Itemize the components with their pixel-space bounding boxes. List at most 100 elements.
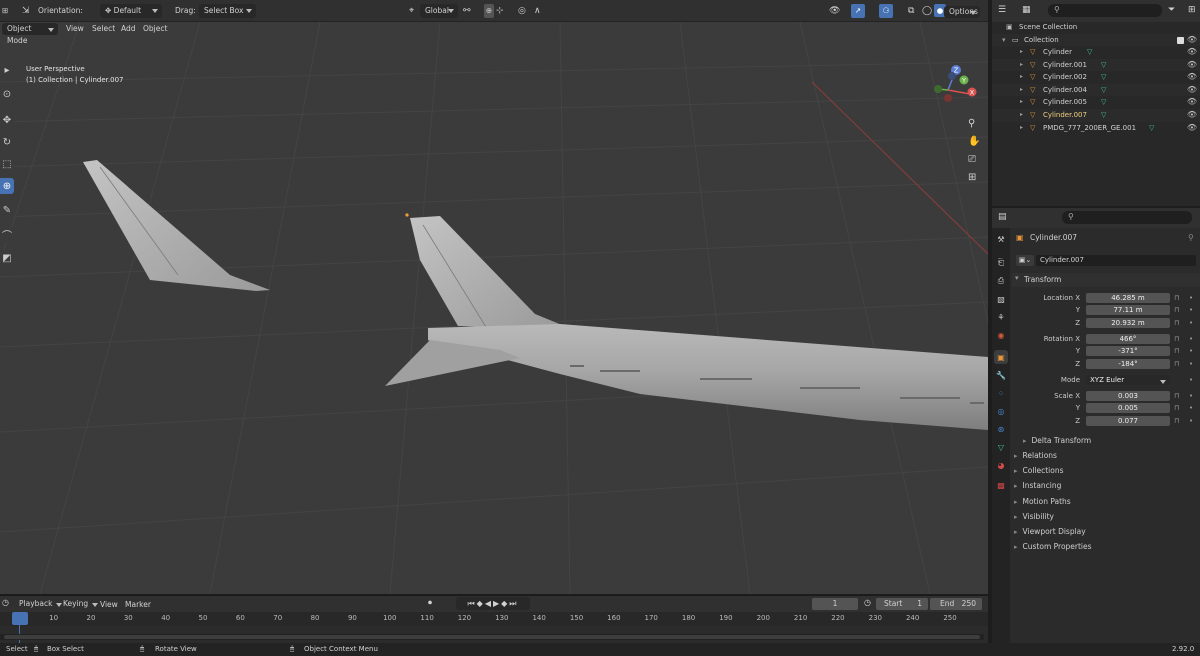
select-box-tool-icon[interactable]: ▸ <box>0 62 14 78</box>
lock-icon[interactable]: ⊓ <box>1174 293 1179 303</box>
winglet-mesh[interactable] <box>83 160 270 291</box>
measure-tool-icon[interactable]: ⌒ <box>0 226 14 242</box>
grid-view-icon[interactable]: ⊞ <box>968 172 976 183</box>
outliner-item[interactable]: ▸ ▽ Cylinder ▽ 👁 <box>992 46 1200 59</box>
output-tab-icon[interactable]: ⎙ <box>994 274 1008 288</box>
data-tab-icon[interactable]: ▽ <box>994 440 1008 454</box>
properties-section[interactable]: Viewport Display <box>1014 526 1086 538</box>
wireframe-shading-icon[interactable]: ◯ <box>922 4 932 18</box>
location-y-field[interactable]: 77.11 m <box>1086 305 1170 315</box>
properties-section[interactable]: Visibility <box>1014 511 1054 523</box>
3d-viewport[interactable]: ▸ ⊙ ✥ ↻ ⬚ ⊕ ✎ ⌒ ◩ User Perspective (1) C… <box>0 22 988 594</box>
transform-space-dropdown[interactable]: Global <box>420 4 458 18</box>
end-frame-field[interactable]: End 250 <box>930 598 982 610</box>
lock-icon[interactable]: ⊓ <box>1174 305 1179 315</box>
object-browse-icon[interactable]: ▣⌄ <box>1016 255 1034 266</box>
rotation-mode-dropdown[interactable]: XYZ Euler <box>1086 375 1170 385</box>
mesh-data-icon[interactable]: ▽ <box>1087 46 1092 59</box>
tool-tab-icon[interactable]: ⚒ <box>994 232 1008 246</box>
drag-dropdown[interactable]: Select Box <box>199 4 256 18</box>
rotation-x-field[interactable]: 466° <box>1086 334 1170 344</box>
pivot-icon[interactable]: ⚯ <box>463 4 471 18</box>
mesh-data-icon[interactable]: ▽ <box>1101 96 1106 109</box>
visibility-icon[interactable]: 👁 <box>829 4 840 18</box>
visibility-eye-icon[interactable]: 👁 <box>1187 109 1197 122</box>
camera-icon[interactable]: ⎚ <box>968 154 976 165</box>
transform-section-header[interactable]: ▾ Transform <box>1012 273 1200 287</box>
outliner-editor-icon[interactable]: ☰ <box>998 5 1006 15</box>
orientation-dropdown[interactable]: ✥ Default <box>100 4 162 18</box>
timeline-editor-icon[interactable]: ◷ <box>2 598 9 607</box>
display-mode-icon[interactable]: ▦ <box>1022 5 1031 15</box>
location-x-field[interactable]: 46.285 m <box>1086 293 1170 303</box>
snap-target-icon[interactable]: ⊹ <box>496 4 504 18</box>
timeline-scrollbar[interactable] <box>0 634 984 640</box>
playhead[interactable] <box>12 612 28 625</box>
mesh-data-icon[interactable]: ▽ <box>1101 71 1106 84</box>
zoom-icon[interactable]: ⚲ <box>968 118 975 129</box>
keyframe-dot-icon[interactable]: • <box>1189 305 1193 315</box>
properties-search-input[interactable]: ⚲ <box>1062 211 1192 224</box>
lock-icon[interactable]: ⊓ <box>1174 359 1179 369</box>
frame-ruler[interactable]: 1102030405060708090100110120130140150160… <box>0 612 988 626</box>
filter-icon[interactable]: ⏷ <box>1168 5 1175 15</box>
expand-arrow-icon[interactable]: ▸ <box>1020 84 1023 97</box>
scale-z-field[interactable]: 0.077 <box>1086 416 1170 426</box>
cursor-tool-icon[interactable]: ⊙ <box>0 86 14 102</box>
neg-x-axis-icon[interactable] <box>944 94 952 102</box>
properties-editor-icon[interactable]: ▤ <box>998 212 1007 222</box>
proportional-edit-icon[interactable]: ◎ <box>518 4 526 18</box>
pin-icon[interactable]: ⚲ <box>1188 233 1194 242</box>
visibility-eye-icon[interactable]: 👁 <box>1187 59 1197 72</box>
clock-icon[interactable]: ◷ <box>864 598 871 607</box>
visibility-eye-icon[interactable]: 👁 <box>1187 46 1197 59</box>
material-tab-icon[interactable]: ◕ <box>994 458 1008 472</box>
location-z-field[interactable]: 20.932 m <box>1086 318 1170 328</box>
render-tab-icon[interactable]: ⎗ <box>994 256 1008 270</box>
snap-icon[interactable]: ⊕ <box>484 4 494 18</box>
visibility-eye-icon[interactable]: 👁 <box>1187 71 1197 84</box>
rotation-y-field[interactable]: -371° <box>1086 346 1170 356</box>
properties-section[interactable]: Instancing <box>1014 480 1062 492</box>
outliner-item[interactable]: ▸ ▽ Cylinder.001 ▽ 👁 <box>992 58 1200 72</box>
annotate-tool-icon[interactable]: ✎ <box>0 202 14 218</box>
mesh-data-icon[interactable]: ▽ <box>1101 109 1106 122</box>
scene-collection-row[interactable]: ▣ Scene Collection <box>992 21 1200 34</box>
editor-type-icon[interactable]: ⊞ <box>2 4 12 18</box>
properties-section[interactable]: Collections <box>1014 465 1064 477</box>
axis-gizmo[interactable]: Z Y X <box>928 62 984 122</box>
rotation-z-field[interactable]: -184° <box>1086 359 1170 369</box>
pan-hand-icon[interactable]: ✋ <box>968 136 980 147</box>
menu-add[interactable]: Add <box>121 23 136 35</box>
keyframe-dot-icon[interactable]: • <box>1189 334 1193 344</box>
outliner-search-input[interactable]: ⚲ <box>1048 4 1162 17</box>
outliner-item[interactable]: ▸ ▽ Cylinder.005 ▽ 👁 <box>992 96 1200 109</box>
outliner-item[interactable]: ▸ ▽ PMDG_777_200ER_GE.001 ▽ 👁 <box>992 122 1200 135</box>
neg-z-axis-icon[interactable] <box>948 72 956 80</box>
properties-section[interactable]: Motion Paths <box>1014 496 1071 508</box>
fuselage-mesh[interactable] <box>428 324 988 430</box>
keyframe-dot-icon[interactable]: • <box>1189 359 1193 369</box>
scale-x-field[interactable]: 0.003 <box>1086 391 1170 401</box>
overlay-toggle-icon[interactable]: ⚆ <box>879 4 893 18</box>
lock-icon[interactable]: ⊓ <box>1174 403 1179 413</box>
menu-view[interactable]: View <box>66 23 84 35</box>
keying-menu[interactable]: Keying <box>58 598 102 610</box>
timeline-marker-menu[interactable]: Marker <box>125 600 151 609</box>
outliner-item[interactable]: ▸ ▽ Cylinder.004 ▽ 👁 <box>992 83 1200 97</box>
keyframe-dot-icon[interactable]: • <box>1189 416 1193 426</box>
properties-section[interactable]: Relations <box>1014 450 1057 462</box>
current-frame-field[interactable]: 1 <box>812 598 858 610</box>
menu-select[interactable]: Select <box>92 23 115 35</box>
outliner-item[interactable]: ▸ ▽ Cylinder.002 ▽ 👁 <box>992 71 1200 84</box>
mode-dropdown[interactable]: Object Mode <box>2 23 58 45</box>
keyframe-dot-icon[interactable]: • <box>1189 403 1193 413</box>
falloff-icon[interactable]: ∧ <box>534 4 541 18</box>
neg-y-axis-icon[interactable] <box>934 85 942 93</box>
mesh-data-icon[interactable]: ▽ <box>1101 84 1106 97</box>
gizmo-toggle-icon[interactable]: ↗ <box>851 4 865 18</box>
mesh-data-icon[interactable]: ▽ <box>1101 59 1106 72</box>
lock-icon[interactable]: ⊓ <box>1174 346 1179 356</box>
rotate-tool-icon[interactable]: ↻ <box>0 134 14 150</box>
scale-tool-icon[interactable]: ⬚ <box>0 156 14 172</box>
